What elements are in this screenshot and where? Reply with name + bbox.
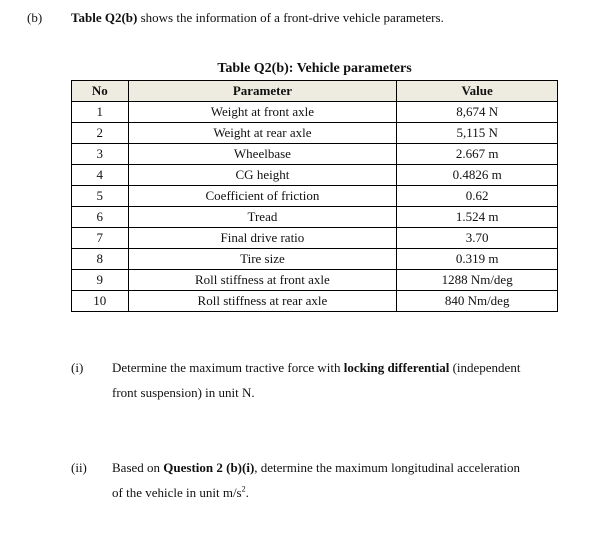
cell-no: 1	[71, 101, 129, 123]
cell-value: 8,674 N	[396, 101, 558, 123]
cell-parameter: CG height	[127, 164, 398, 186]
question-ii-line1: Based on Question 2 (b)(i), determine th…	[112, 460, 520, 476]
cell-no: 7	[71, 227, 129, 249]
cell-value: 0.4826 m	[396, 164, 558, 186]
table-row: 1 Weight at front axle 8,674 N	[71, 101, 558, 123]
table-caption: Table Q2(b): Vehicle parameters	[217, 61, 412, 76]
cell-parameter: Wheelbase	[127, 143, 398, 165]
table-row: 10 Roll stiffness at rear axle 840 Nm/deg	[71, 290, 558, 312]
table-row: 4 CG height 0.4826 m	[71, 164, 558, 186]
intro-text: shows the information of a front-drive v…	[137, 10, 444, 25]
cell-no: 9	[71, 269, 129, 291]
question-ii-reference: Question 2 (b)(i)	[163, 460, 255, 475]
cell-value: 0.62	[396, 185, 558, 207]
cell-parameter: Final drive ratio	[127, 227, 398, 249]
cell-parameter: Roll stiffness at rear axle	[127, 290, 398, 312]
table-body: 1 Weight at front axle 8,674 N 2 Weight at r…	[71, 101, 558, 312]
cell-no: 3	[71, 143, 129, 165]
cell-no: 8	[71, 248, 129, 270]
table-row: 3 Wheelbase 2.667 m	[71, 143, 558, 165]
cell-parameter: Roll stiffness at front axle	[127, 269, 398, 291]
question-ii-text: Based on	[112, 460, 164, 475]
header-parameter: Parameter	[127, 80, 398, 102]
cell-parameter: Tire size	[127, 248, 398, 270]
cell-no: 2	[71, 122, 129, 144]
question-i-emphasis: locking differential	[343, 360, 450, 375]
table-row: 9 Roll stiffness at front axle 1288 Nm/deg	[71, 269, 558, 291]
question-ii-label: (ii)	[71, 460, 87, 475]
table-header-row: No Parameter Value	[71, 80, 558, 102]
question-ii-text-tail: , determine the maximum longitudinal acc…	[254, 460, 520, 475]
cell-no: 4	[71, 164, 129, 186]
cell-parameter: Tread	[127, 206, 398, 228]
cell-value: 1.524 m	[396, 206, 558, 228]
cell-value: 2.667 m	[396, 143, 558, 165]
cell-value: 840 Nm/deg	[396, 290, 558, 312]
header-value: Value	[396, 80, 558, 102]
question-ii-unit-text: of the vehicle in unit m/s	[112, 485, 242, 500]
table-row: 2 Weight at rear axle 5,115 N	[71, 122, 558, 144]
cell-value: 5,115 N	[396, 122, 558, 144]
part-b-intro: Table Q2(b) shows the information of a f…	[71, 10, 444, 26]
cell-parameter: Weight at front axle	[127, 101, 398, 123]
table-reference: Table Q2(b)	[71, 10, 138, 25]
question-ii-line2: of the vehicle in unit m/s2.	[112, 485, 249, 501]
question-i-line2: front suspension) in unit N.	[112, 385, 255, 400]
cell-parameter: Coefficient of friction	[127, 185, 398, 207]
part-b-label: (b)	[27, 10, 43, 25]
cell-value: 3.70	[396, 227, 558, 249]
question-i-line1: Determine the maximum tractive force wit…	[112, 360, 520, 376]
cell-value: 1288 Nm/deg	[396, 269, 558, 291]
vehicle-parameters-table: No Parameter Value 1 Weight at front axle…	[71, 80, 558, 312]
cell-no: 10	[71, 290, 129, 312]
question-i-label: (i)	[71, 360, 84, 375]
question-ii-period: .	[245, 485, 249, 500]
header-no: No	[71, 80, 129, 102]
table-row: 7 Final drive ratio 3.70	[71, 227, 558, 249]
cell-parameter: Weight at rear axle	[127, 122, 398, 144]
cell-value: 0.319 m	[396, 248, 558, 270]
question-i-text-tail: (independent	[449, 360, 521, 375]
cell-no: 6	[71, 206, 129, 228]
question-i-text: Determine the maximum tractive force wit…	[112, 360, 344, 375]
table-row: 6 Tread 1.524 m	[71, 206, 558, 228]
table-row: 8 Tire size 0.319 m	[71, 248, 558, 270]
table-row: 5 Coefficient of friction 0.62	[71, 185, 558, 207]
cell-no: 5	[71, 185, 129, 207]
